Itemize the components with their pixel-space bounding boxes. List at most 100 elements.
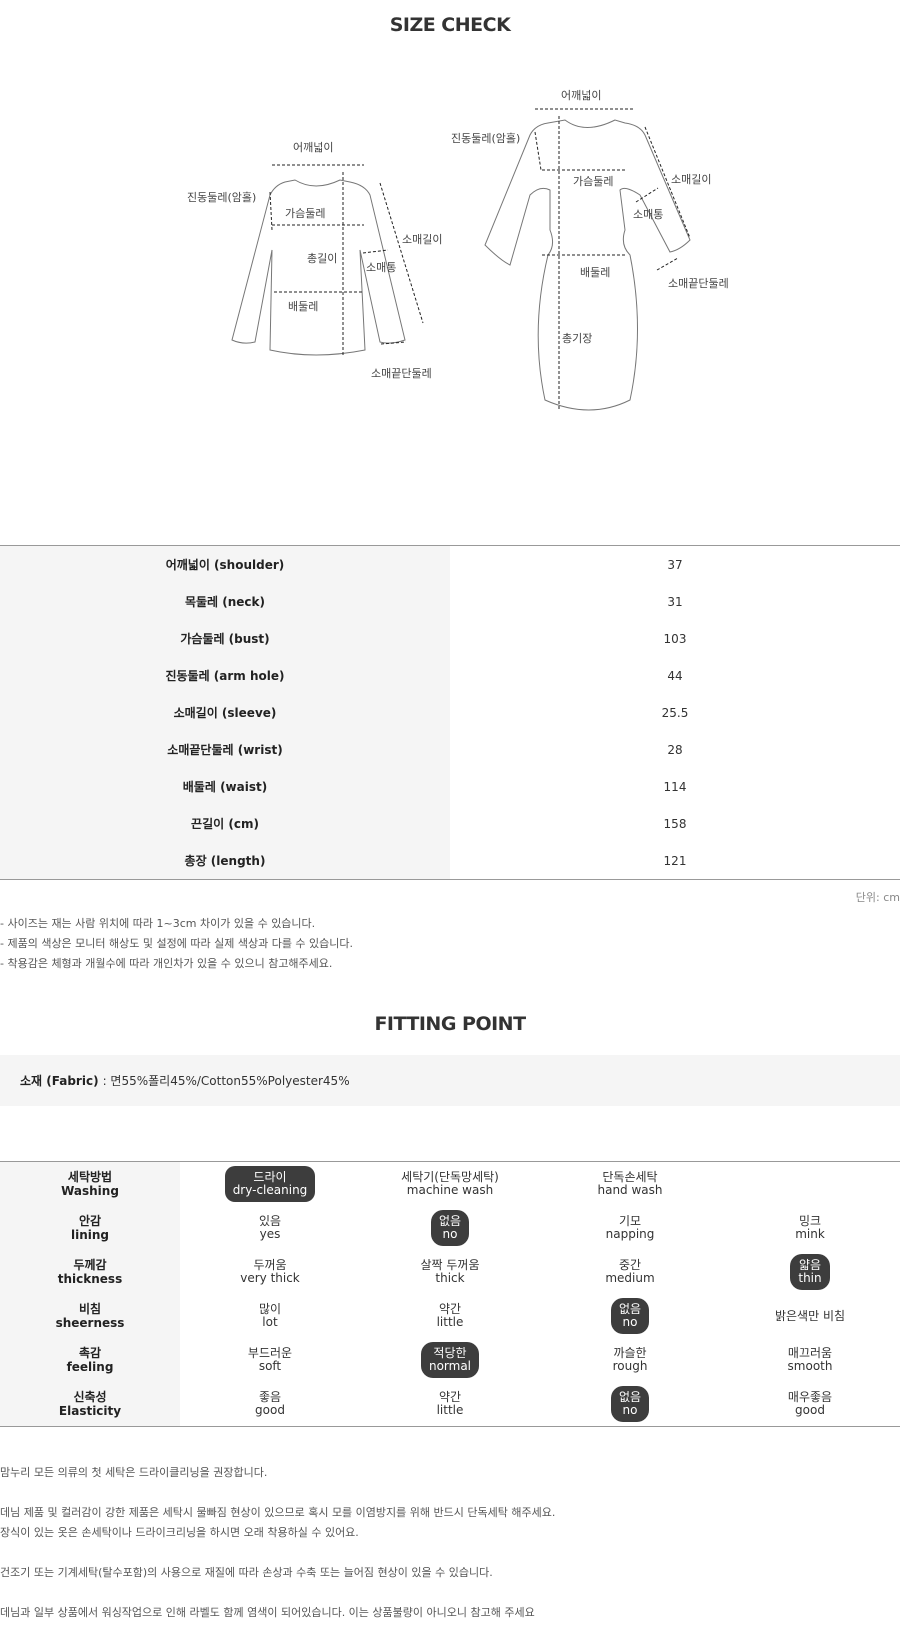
- fitting-option-cell: 매끄러움 smooth: [720, 1338, 900, 1382]
- option-en: no: [442, 1227, 458, 1241]
- fitting-option-cell: 세탁기(단독망세탁) machine wash: [360, 1162, 540, 1206]
- option-en: dry-cleaning: [232, 1183, 308, 1197]
- size-label: 총장 (length): [0, 842, 450, 879]
- shirt-label-waist: 배둘레: [288, 300, 318, 313]
- option-en: hand wash: [597, 1183, 663, 1197]
- fitting-option-cell: 적당한 normal: [360, 1338, 540, 1382]
- fitting-option-cell: 드라이 dry-cleaning: [180, 1162, 360, 1206]
- fitting-option: 밝은색만 비침: [769, 1308, 851, 1325]
- fitting-option: 살짝 두꺼움 thick: [414, 1257, 485, 1287]
- fitting-option-cell: 중간 medium: [540, 1250, 720, 1294]
- fitting-option-cell: 얇음 thin: [720, 1250, 900, 1294]
- fitting-label-en: Washing: [61, 1184, 119, 1198]
- fitting-option-cell: 없음 no: [360, 1206, 540, 1250]
- option-ko: 밝은색만 비침: [774, 1308, 846, 1323]
- care-notes: 맘누리 모든 의류의 첫 세탁은 드라이클리닝을 권장합니다. 데님 제품 및 컬…: [0, 1463, 555, 1623]
- option-en: little: [436, 1315, 464, 1329]
- fitting-label-ko: 안감: [78, 1214, 102, 1228]
- option-en: no: [622, 1403, 638, 1417]
- fitting-option: 약간 little: [431, 1301, 470, 1331]
- dress-label-shoulder: 어깨넓이: [561, 89, 601, 102]
- shirt-label-sleeve-width: 소매통: [366, 261, 396, 274]
- fitting-option-cell: 밍크 mink: [720, 1206, 900, 1250]
- fitting-option: 까슬한 rough: [607, 1345, 654, 1375]
- dress-label-bust: 가슴둘레: [573, 175, 613, 188]
- fitting-label-ko: 두께감: [73, 1258, 107, 1272]
- fitting-option-cell: 까슬한 rough: [540, 1338, 720, 1382]
- fitting-option: 많이 lot: [253, 1301, 287, 1331]
- fitting-label-ko: 신축성: [73, 1390, 107, 1404]
- size-value: 37: [667, 557, 683, 572]
- table-row: 배둘레 (waist) 114: [0, 768, 900, 805]
- option-en: rough: [612, 1359, 648, 1373]
- option-en: thick: [435, 1271, 465, 1285]
- fitting-option-cell: 있음 yes: [180, 1206, 360, 1250]
- fitting-label-en: thickness: [57, 1272, 123, 1286]
- fitting-option-selected: 없음 no: [610, 1386, 650, 1422]
- fitting-row: 세탁방법 Washing 드라이 dry-cleaning 세탁기(단독망세탁) mach…: [0, 1162, 900, 1206]
- fitting-row-label: 촉감 feeling: [0, 1338, 180, 1382]
- option-en: smooth: [787, 1359, 833, 1373]
- shirt-label-wrist: 소매끝단둘레: [371, 367, 432, 380]
- fitting-option: 부드러운 soft: [242, 1345, 298, 1375]
- shirt-label-length: 총길이: [307, 252, 337, 265]
- fabric-info: 소재 (Fabric) : 면55%폴리45%/Cotton55%Polyest…: [0, 1055, 900, 1106]
- size-label: 진동둘레 (arm hole): [0, 657, 450, 694]
- fitting-option: 밍크 mink: [789, 1213, 831, 1243]
- dress-label-total-length: 총기장: [562, 332, 592, 345]
- size-value: 28: [667, 742, 683, 757]
- size-value: 158: [663, 816, 687, 831]
- size-value: 103: [663, 631, 687, 646]
- fitting-option-cell: 기모 napping: [540, 1206, 720, 1250]
- note-line: - 착용감은 체형과 개월수에 따라 개인차가 있을 수 있으니 참고해주세요.: [0, 957, 333, 970]
- size-label: 소매끝단둘레 (wrist): [0, 731, 450, 768]
- shirt-label-sleeve-length: 소매길이: [402, 233, 442, 246]
- size-value: 121: [663, 853, 687, 868]
- fitting-row-label: 신축성 Elasticity: [0, 1382, 180, 1426]
- fitting-label-en: feeling: [66, 1360, 114, 1374]
- table-row: 어깨넓이 (shoulder) 37: [0, 546, 900, 583]
- option-en: little: [436, 1403, 464, 1417]
- size-label: 끈길이 (cm): [0, 805, 450, 842]
- fitting-option-cell: 약간 little: [360, 1294, 540, 1338]
- fitting-option-selected: 없음 no: [430, 1210, 470, 1246]
- care-note-line: [0, 1543, 555, 1563]
- option-en: napping: [605, 1227, 655, 1241]
- fitting-label-ko: 비침: [78, 1302, 102, 1316]
- care-note-line: 건조기 또는 기계세탁(탈수포함)의 사용으로 재질에 따라 손상과 수축 또는…: [0, 1566, 493, 1579]
- fitting-option: 매우좋음 good: [782, 1389, 838, 1419]
- fitting-row: 안감 lining 있음 yes 없음 no 기모 napping 밍크 mink: [0, 1206, 900, 1250]
- garment-diagram: 어깨넓이 진동둘레(암홀) 가슴둘레 총길이 소매통 소매길이 배둘레 소매끝단…: [0, 80, 900, 440]
- unit-label: 단위: cm: [855, 891, 900, 904]
- size-label: 어깨넓이 (shoulder): [0, 546, 450, 583]
- fitting-option: 기모 napping: [600, 1213, 661, 1243]
- fitting-row-label: 안감 lining: [0, 1206, 180, 1250]
- fitting-row: 촉감 feeling 부드러운 soft 적당한 normal 까슬한 rough 매끄러움 sm…: [0, 1338, 900, 1382]
- fitting-label-en: Elasticity: [58, 1404, 122, 1418]
- fitting-row-label: 세탁방법 Washing: [0, 1162, 180, 1206]
- fitting-option: 두꺼움 very thick: [234, 1257, 306, 1287]
- table-row: 소매끝단둘레 (wrist) 28: [0, 731, 900, 768]
- option-en: yes: [259, 1227, 281, 1241]
- option-en: machine wash: [406, 1183, 494, 1197]
- fitting-option-cell: 단독손세탁 hand wash: [540, 1162, 720, 1206]
- fitting-option-selected: 없음 no: [610, 1298, 650, 1334]
- fitting-option: 매끄러움 smooth: [782, 1345, 839, 1375]
- option-en: mink: [795, 1227, 825, 1241]
- dress-label-wrist: 소매끝단둘레: [668, 277, 729, 290]
- fitting-option-cell: 많이 lot: [180, 1294, 360, 1338]
- fitting-option-selected: 드라이 dry-cleaning: [224, 1166, 316, 1202]
- option-en: good: [255, 1403, 285, 1417]
- fitting-label-ko: 촉감: [78, 1346, 102, 1360]
- table-row: 목둘레 (neck) 31: [0, 583, 900, 620]
- fitting-option-cell: 없음 no: [540, 1382, 720, 1426]
- size-table: 어깨넓이 (shoulder) 37 목둘레 (neck) 31 가슴둘레 (b…: [0, 545, 900, 880]
- fitting-label-en: lining: [70, 1228, 109, 1242]
- fitting-option-cell: 매우좋음 good: [720, 1382, 900, 1426]
- fitting-option: 약간 little: [431, 1389, 470, 1419]
- table-row: 끈길이 (cm) 158: [0, 805, 900, 842]
- fitting-option: 단독손세탁 hand wash: [591, 1169, 668, 1199]
- fitting-option-cell: 좋음 good: [180, 1382, 360, 1426]
- shirt-label-armhole: 진동둘레(암홀): [187, 191, 256, 204]
- fitting-row: 비침 sheerness 많이 lot 약간 little 없음 no 밝은색만 비침: [0, 1294, 900, 1338]
